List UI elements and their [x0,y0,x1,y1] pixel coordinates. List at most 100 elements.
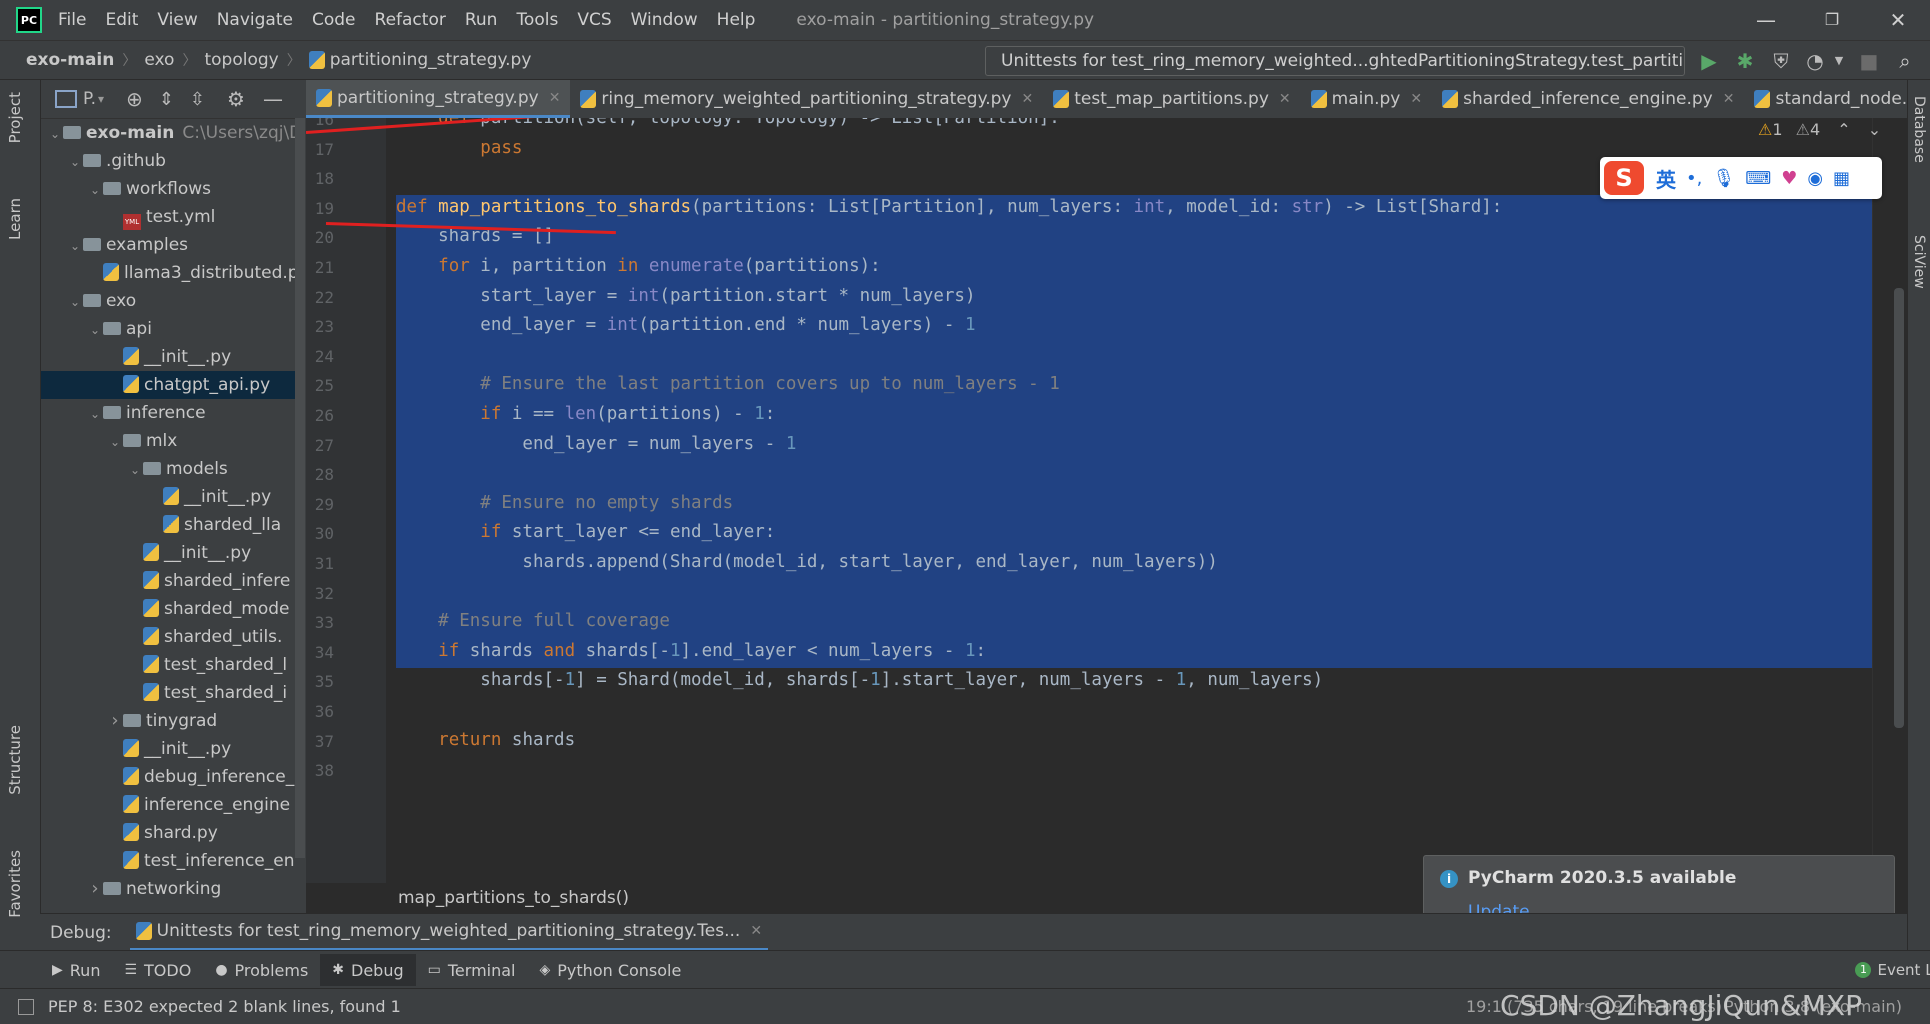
tree-file[interactable]: sharded_utils. [41,623,305,651]
tool-tab-terminal[interactable]: ▭ Terminal [416,954,528,986]
chevron-down-icon[interactable]: ⌄ [67,288,83,316]
tree-folder[interactable]: ⌄ examples [41,231,305,259]
line-number[interactable]: 35 [306,672,334,691]
close-window-icon[interactable]: ✕ [1884,6,1912,34]
code-area[interactable]: def partition(self, topology: Topology) … [396,118,1876,883]
breadcrumb-project[interactable]: exo-main [26,50,114,70]
code-line[interactable]: if shards and shards[-1].end_layer < num… [396,637,986,666]
line-number[interactable]: 25 [306,376,334,395]
line-number[interactable]: 31 [306,554,334,573]
line-number[interactable]: 32 [306,584,334,603]
debug-session-tab[interactable]: Unittests for test_ring_memory_weighted_… [129,914,769,951]
tree-file[interactable]: test_sharded_i [41,679,305,707]
code-line[interactable]: pass [396,134,522,163]
tree-folder[interactable]: ⌄ mlx [41,427,305,455]
collapse-all-icon[interactable]: ⇳ [190,89,205,110]
tree-folder[interactable]: ⌄ .github [41,147,305,175]
tree-folder[interactable]: ⌄ api [41,315,305,343]
menu-code[interactable]: Code [312,10,356,30]
tool-tab-favorites[interactable]: Favorites [6,850,24,918]
tree-folder[interactable]: ⌄ inference [41,399,305,427]
tool-tab-todo[interactable]: ☰ TODO [112,954,203,986]
menu-run[interactable]: Run [465,10,498,30]
menu-file[interactable]: File [58,10,86,30]
close-icon[interactable]: ✕ [750,923,762,939]
profile-icon[interactable]: ◔ [1803,49,1827,73]
editor-breadcrumb[interactable]: map_partitions_to_shards() [398,888,629,908]
keyboard-icon[interactable]: ⌨ [1745,168,1771,189]
chevron-down-icon[interactable]: ▾ [98,92,104,106]
code-line[interactable]: # Ensure full coverage [396,607,670,636]
tree-file[interactable]: chatgpt_api.py [41,371,305,399]
tree-file[interactable]: test_sharded_l [41,651,305,679]
code-line[interactable]: shards[-1] = Shard(model_id, shards[-1].… [396,666,1323,695]
line-number[interactable]: 26 [306,406,334,425]
tree-file[interactable]: sharded_infere [41,567,305,595]
line-number[interactable]: 29 [306,495,334,514]
line-number[interactable]: 21 [306,258,334,277]
editor-tab[interactable]: test_map_partitions.py ✕ [1043,80,1300,118]
menu-vcs[interactable]: VCS [577,10,611,30]
tree-file[interactable]: sharded_mode [41,595,305,623]
code-line[interactable]: if i == len(partitions) - 1: [396,400,775,429]
line-number[interactable]: 19 [306,199,334,218]
skin-icon[interactable]: ♥ [1781,168,1797,189]
search-icon[interactable]: ⌕ [1893,49,1917,73]
tree-file[interactable]: sharded_lla [41,511,305,539]
minimize-icon[interactable]: — [1752,6,1780,34]
run-icon[interactable]: ▶ [1697,49,1721,73]
chevron-down-icon[interactable]: ⌄ [87,176,103,204]
event-log-button[interactable]: 1 Event Log [1855,961,1930,979]
code-line[interactable]: end_layer = int(partition.end * num_laye… [396,311,975,340]
code-line[interactable]: shards.append(Shard(model_id, start_laye… [396,548,1217,577]
expand-all-icon[interactable]: ⇕ [159,89,174,110]
menu-edit[interactable]: Edit [105,10,138,30]
debug-icon[interactable]: ✱ [1733,49,1757,73]
inspection-widget[interactable]: ⚠1 ⚠4 ⌃ ⌄ [1758,120,1881,139]
breadcrumb-file[interactable]: partitioning_strategy.py [330,50,532,70]
gear-icon[interactable]: ⚙ [227,87,245,111]
chevron-down-icon[interactable]: ⌄ [67,148,83,176]
sogou-logo-icon[interactable]: S [1604,161,1644,195]
project-scrollbar[interactable] [295,118,305,858]
punctuation-icon[interactable]: •, [1686,168,1702,189]
close-icon[interactable]: ✕ [1021,91,1033,107]
code-line[interactable]: # Ensure the last partition covers up to… [396,370,1059,399]
editor-tab[interactable]: sharded_inference_engine.py ✕ [1432,80,1744,118]
error-stripe[interactable] [1872,118,1907,883]
tree-file[interactable]: __init__.py [41,343,305,371]
code-line[interactable]: start_layer = int(partition.start * num_… [396,282,975,311]
line-number[interactable]: 28 [306,465,334,484]
chevron-down-icon[interactable]: ▼ [1827,49,1851,73]
chevron-right-icon[interactable]: › [87,875,103,903]
project-view-icon[interactable] [55,90,77,108]
tree-file[interactable]: shard.py [41,819,305,847]
chevron-down-icon[interactable]: ⌄ [87,316,103,344]
hide-panel-icon[interactable]: — [263,87,283,111]
close-icon[interactable]: ✕ [549,90,561,106]
tree-file[interactable]: debug_inference_ [41,763,305,791]
tool-tab-project[interactable]: Project [6,92,24,143]
chevron-down-icon[interactable]: ⌄ [1868,120,1881,139]
tool-tab-problems[interactable]: ● Problems [203,954,320,986]
menu-tools[interactable]: Tools [516,10,558,30]
line-number[interactable]: 33 [306,613,334,632]
run-configuration-selector[interactable]: Unittests for test_ring_memory_weighted.… [985,46,1685,76]
apps-grid-icon[interactable]: ▦ [1833,168,1850,189]
coverage-icon[interactable]: ⛨ [1769,49,1793,73]
line-number[interactable]: 20 [306,228,334,247]
tree-folder[interactable]: › networking [41,875,305,903]
menu-help[interactable]: Help [717,10,756,30]
line-number[interactable]: 22 [306,288,334,307]
code-line[interactable]: end_layer = num_layers - 1 [396,430,796,459]
breadcrumb-subpackage[interactable]: topology [204,50,278,70]
tool-tab-database[interactable]: Database [1911,96,1927,163]
tree-folder[interactable]: › tinygrad [41,707,305,735]
tree-file[interactable]: test_inference_en [41,847,305,875]
code-line[interactable]: return shards [396,726,575,755]
line-number[interactable]: 36 [306,702,334,721]
tree-file[interactable]: __init__.py [41,539,305,567]
restore-icon[interactable]: ❐ [1818,6,1846,34]
microphone-icon[interactable]: 🎙 [1712,168,1735,189]
tool-tab-python-console[interactable]: ◈ Python Console [528,954,694,986]
